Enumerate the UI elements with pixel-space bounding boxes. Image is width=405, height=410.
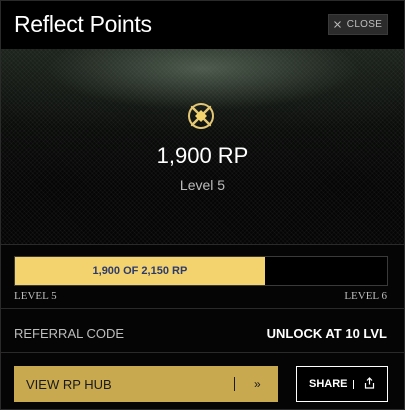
referral-code-label: REFERRAL CODE — [14, 326, 125, 341]
level-progress-bar: 1,900 OF 2,150 RP — [14, 256, 388, 286]
progress-text: 1,900 OF 2,150 RP — [92, 265, 188, 277]
view-rp-hub-button[interactable]: VIEW RP HUB » — [14, 366, 278, 402]
reflect-points-panel: Reflect Points CLOSE 1,900 RP Level 5 1,… — [0, 0, 405, 410]
progress-start-level: LEVEL 5 — [14, 290, 57, 302]
button-separator — [353, 380, 354, 389]
panel-title: Reflect Points — [14, 11, 152, 37]
reflect-points-icon — [186, 101, 216, 131]
referral-code-value: UNLOCK AT 10 LVL — [266, 326, 387, 341]
close-button[interactable]: CLOSE — [328, 14, 388, 35]
divider — [1, 244, 404, 245]
divider — [1, 352, 404, 353]
points-balance: 1,900 RP — [156, 143, 249, 168]
close-icon — [333, 21, 341, 28]
close-label: CLOSE — [346, 19, 383, 30]
current-level: Level 5 — [179, 177, 226, 193]
panel-header: Reflect Points CLOSE — [1, 1, 404, 49]
button-separator — [234, 377, 235, 391]
view-rp-hub-label: VIEW RP HUB — [26, 376, 112, 392]
share-label: SHARE — [309, 378, 348, 390]
double-chevron-right-icon: » — [254, 377, 261, 391]
divider — [1, 308, 404, 309]
share-icon — [364, 377, 375, 392]
points-hero: 1,900 RP Level 5 — [1, 49, 404, 244]
share-button[interactable]: SHARE — [296, 366, 388, 402]
progress-end-level: LEVEL 6 — [344, 290, 387, 302]
